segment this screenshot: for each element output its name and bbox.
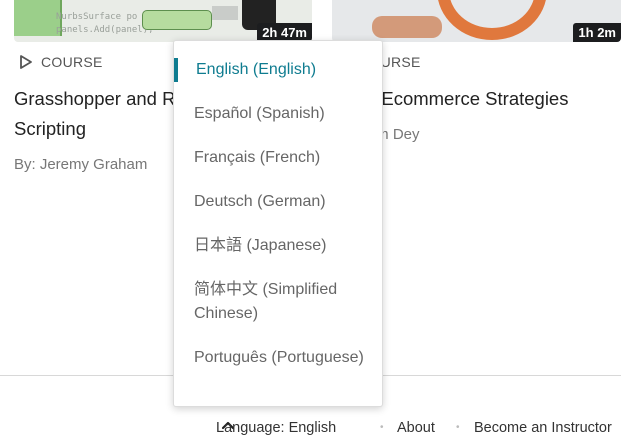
- language-option-portuguese[interactable]: Português (Portuguese): [174, 346, 382, 370]
- language-option-english[interactable]: English (English): [174, 58, 382, 82]
- course-thumbnail[interactable]: 1h 2m: [332, 0, 621, 42]
- language-option-german[interactable]: Deutsch (German): [174, 190, 382, 214]
- footer-separator: •: [456, 422, 460, 433]
- footer: Language: English • About • Become an In…: [0, 420, 621, 440]
- language-selector-button[interactable]: Language: English: [216, 420, 336, 436]
- footer-separator: •: [380, 422, 384, 433]
- language-option-simplified-chinese[interactable]: 简体中文 (Simplified Chinese): [174, 278, 382, 326]
- play-icon: [20, 55, 32, 69]
- language-option-french[interactable]: Français (French): [174, 146, 382, 170]
- language-selector-label: Language: English: [216, 420, 337, 436]
- thumbnail-graphic: [142, 10, 212, 30]
- thumbnail-code-line: panels.Add(panel);: [56, 25, 154, 35]
- duration-badge: 1h 2m: [573, 23, 621, 42]
- about-link[interactable]: About: [397, 420, 435, 436]
- become-instructor-link[interactable]: Become an Instructor: [474, 420, 612, 436]
- language-dropdown: English (English) Español (Spanish) Fran…: [173, 40, 383, 407]
- thumbnail-code-line: NurbsSurface po: [56, 12, 138, 22]
- thumbnail-graphic: [14, 0, 62, 36]
- thumbnail-graphic: [212, 6, 238, 20]
- magnifier-graphic: [437, 0, 547, 40]
- course-type-label: COURSE: [41, 54, 103, 70]
- thumbnail-graphic: [372, 16, 442, 38]
- language-option-spanish[interactable]: Español (Spanish): [174, 102, 382, 126]
- course-thumbnail[interactable]: NurbsSurface po panels.Add(panel); 2h 47…: [14, 0, 312, 42]
- language-option-japanese[interactable]: 日本語 (Japanese): [174, 234, 382, 258]
